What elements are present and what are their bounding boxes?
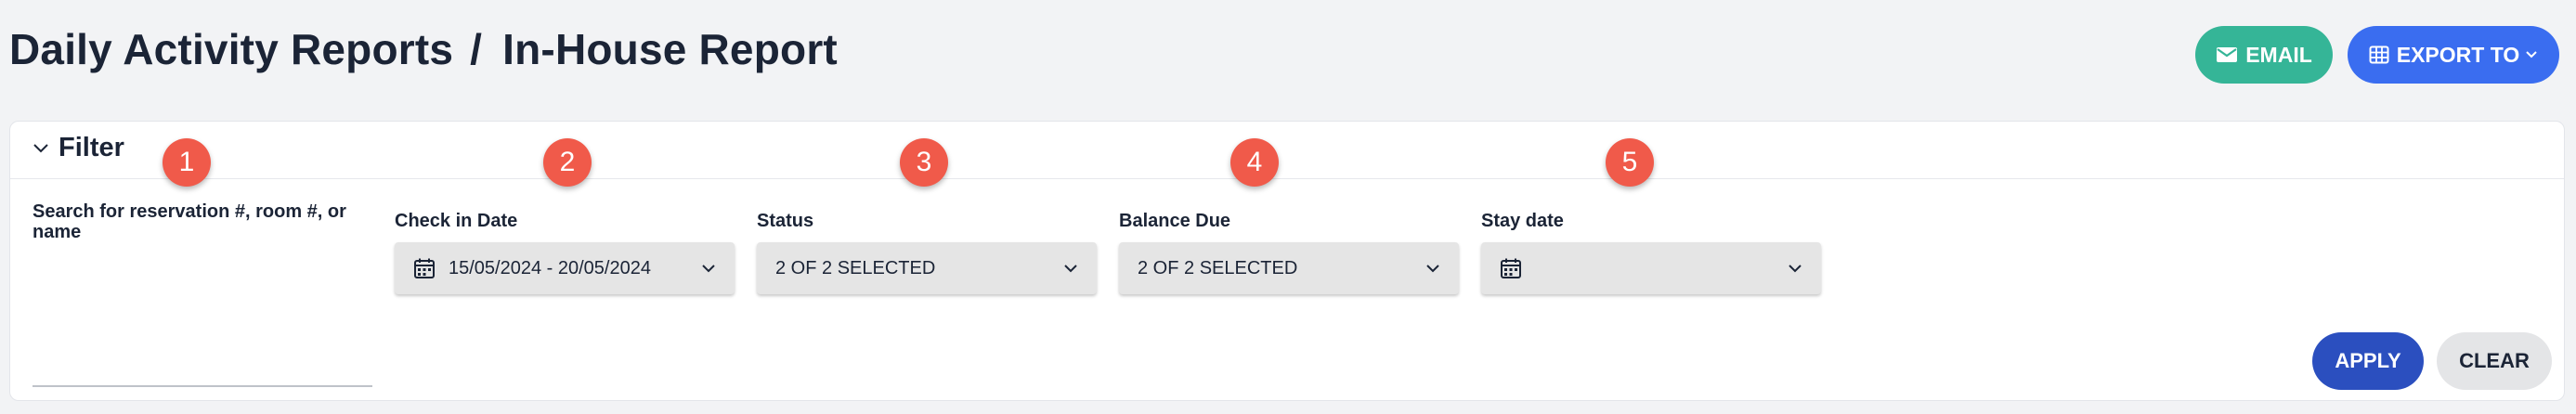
search-input[interactable] — [33, 350, 372, 387]
clear-button[interactable]: CLEAR — [2437, 332, 2552, 390]
status-label: Status — [757, 211, 814, 231]
check-in-date-label: Check in Date — [395, 211, 518, 231]
balance-due-label: Balance Due — [1119, 211, 1231, 231]
balance-due-value: 2 OF 2 SELECTED — [1138, 257, 1298, 278]
table-grid-icon — [2369, 45, 2389, 64]
email-button-label: EMAIL — [2245, 42, 2312, 67]
calendar-icon — [1500, 257, 1522, 279]
status-select[interactable]: 2 OF 2 SELECTED — [757, 242, 1097, 294]
chevron-down-icon — [701, 264, 716, 273]
breadcrumb-in-house-report: In-House Report — [502, 25, 838, 73]
marker-badge-3: 3 — [900, 138, 948, 187]
chevron-down-icon — [2525, 50, 2538, 59]
apply-button[interactable]: APPLY — [2312, 332, 2424, 390]
envelope-icon — [2216, 45, 2238, 64]
email-button[interactable]: EMAIL — [2195, 26, 2333, 84]
check-in-date-picker[interactable]: 15/05/2024 - 20/05/2024 — [395, 242, 735, 294]
page-header: Daily Activity Reports / In-House Report E… — [0, 0, 2576, 111]
page-title: Daily Activity Reports / In-House Report — [9, 24, 838, 74]
status-value: 2 OF 2 SELECTED — [775, 257, 936, 278]
calendar-icon — [413, 257, 436, 279]
balance-due-select[interactable]: 2 OF 2 SELECTED — [1119, 242, 1459, 294]
chevron-down-icon — [33, 143, 49, 154]
stay-date-picker[interactable] — [1481, 242, 1821, 294]
marker-badge-2: 2 — [543, 138, 592, 187]
filter-panel: Filter 1 2 3 4 5 Search for reservation … — [9, 121, 2565, 401]
marker-badge-5: 5 — [1606, 138, 1654, 187]
check-in-date-value: 15/05/2024 - 20/05/2024 — [449, 257, 651, 278]
filter-panel-header: Filter — [10, 122, 2564, 179]
marker-badge-4: 4 — [1230, 138, 1279, 187]
filter-toggle[interactable]: Filter — [33, 133, 124, 163]
export-to-button[interactable]: EXPORT TO — [2348, 26, 2559, 84]
chevron-down-icon — [1425, 264, 1440, 273]
export-to-button-label: EXPORT TO — [2396, 42, 2520, 67]
chevron-down-icon — [1063, 264, 1078, 273]
search-label: Search for reservation #, room #, or nam… — [33, 201, 346, 242]
marker-badge-1: 1 — [163, 138, 211, 187]
chevron-down-icon — [1788, 264, 1802, 273]
stay-date-label: Stay date — [1481, 211, 1564, 231]
breadcrumb-separator: / — [470, 25, 483, 73]
filter-title: Filter — [59, 133, 124, 162]
breadcrumb-daily-activity-reports[interactable]: Daily Activity Reports — [9, 25, 453, 73]
